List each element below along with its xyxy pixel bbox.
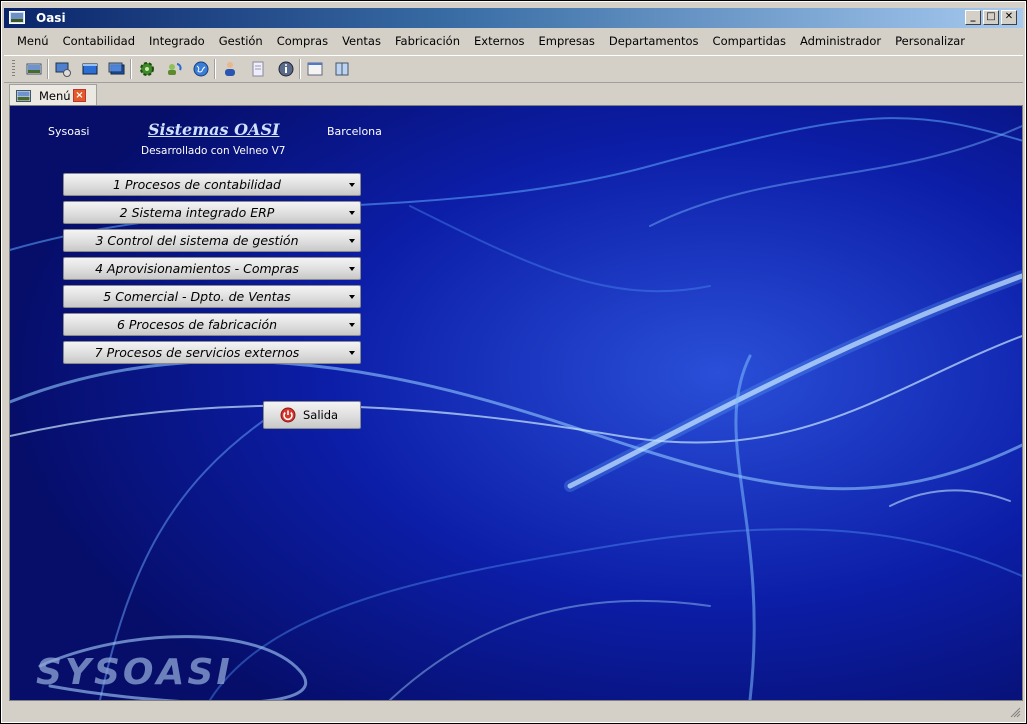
exit-button[interactable]: Salida: [263, 401, 361, 429]
menu-item-compras[interactable]: Compras: [270, 32, 335, 52]
menu-button-externos[interactable]: 7 Procesos de servicios externos: [63, 341, 361, 364]
menu-item-gestion[interactable]: Gestión: [212, 32, 270, 52]
watermark-logo: SYSOASI: [36, 652, 233, 693]
menu-button-label: 6 Procesos de fabricación: [116, 317, 278, 332]
menu-button-fabricacion[interactable]: 6 Procesos de fabricación: [63, 313, 361, 336]
book-icon[interactable]: [333, 60, 351, 78]
city-label: Barcelona: [327, 125, 382, 138]
menu-bar: Menú Contabilidad Integrado Gestión Comp…: [10, 32, 972, 52]
toolbar-grip[interactable]: [12, 60, 15, 78]
menu-button-erp[interactable]: 2 Sistema integrado ERP: [63, 201, 361, 224]
menu-item-fabricacion[interactable]: Fabricación: [388, 32, 467, 52]
menu-button-label: 7 Procesos de servicios externos: [94, 345, 300, 360]
menu-button-gestion[interactable]: 3 Control del sistema de gestión: [63, 229, 361, 252]
menu-button-compras[interactable]: 4 Aprovisionamientos - Compras: [63, 257, 361, 280]
title-bar[interactable]: Oasi _ □ ✕: [4, 8, 1023, 28]
page-title[interactable]: Sistemas OASI: [148, 120, 279, 139]
company-label: Sysoasi: [48, 125, 90, 138]
tab-label: Menú: [39, 89, 71, 103]
minimize-button[interactable]: _: [965, 10, 981, 25]
menu-button-label: 3 Control del sistema de gestión: [95, 233, 299, 248]
globe-icon[interactable]: [192, 60, 210, 78]
menu-button-label: 4 Aprovisionamientos - Compras: [95, 261, 299, 276]
menu-item-contabilidad[interactable]: Contabilidad: [56, 32, 142, 52]
menu-item-compartidas[interactable]: Compartidas: [706, 32, 793, 52]
menu-item-empresas[interactable]: Empresas: [532, 32, 602, 52]
info-icon[interactable]: [277, 60, 295, 78]
menu-item-ventas[interactable]: Ventas: [335, 32, 388, 52]
close-tab-icon[interactable]: ×: [73, 89, 86, 102]
menu-button-contabilidad[interactable]: 1 Procesos de contabilidad: [63, 173, 361, 196]
tab-bar: Menú ×: [4, 82, 1023, 106]
monitor-settings-icon[interactable]: [54, 60, 72, 78]
menu-item-personalizar[interactable]: Personalizar: [888, 32, 972, 52]
dropdown-arrow-icon: [349, 351, 355, 355]
blue-window-icon[interactable]: [81, 60, 99, 78]
menu-item-departamentos[interactable]: Departamentos: [602, 32, 706, 52]
toolbar-separator: [299, 59, 301, 79]
subtitle: Desarrollado con Velneo V7: [141, 145, 286, 157]
window-list-icon[interactable]: [306, 60, 324, 78]
exit-button-label: Salida: [303, 408, 339, 422]
blue-panel-icon[interactable]: [108, 60, 126, 78]
toolbar-separator: [47, 59, 49, 79]
main-canvas: Sysoasi Sistemas OASI Desarrollado con V…: [9, 105, 1023, 701]
menu-item-administrador[interactable]: Administrador: [793, 32, 888, 52]
menu-button-label: 5 Comercial - Dpto. de Ventas: [103, 289, 291, 304]
menu-button-label: 1 Procesos de contabilidad: [113, 177, 281, 192]
green-gear-icon[interactable]: [138, 60, 156, 78]
menu-button-label: 2 Sistema integrado ERP: [119, 205, 275, 220]
landscape-window-icon: [16, 90, 31, 102]
resize-grip-icon[interactable]: [1009, 706, 1021, 718]
dropdown-arrow-icon: [349, 211, 355, 215]
user-icon[interactable]: [221, 60, 239, 78]
close-button[interactable]: ✕: [1001, 10, 1017, 25]
toolbar: [4, 55, 1023, 83]
maximize-button[interactable]: □: [983, 10, 999, 25]
menu-item-menu[interactable]: Menú: [10, 32, 56, 52]
power-exit-icon: [280, 407, 296, 423]
landscape-window-icon[interactable]: [25, 60, 43, 78]
people-refresh-icon[interactable]: [165, 60, 183, 78]
status-bar: [4, 702, 1023, 720]
dropdown-arrow-icon: [349, 267, 355, 271]
menu-item-integrado[interactable]: Integrado: [142, 32, 212, 52]
dropdown-arrow-icon: [349, 183, 355, 187]
dropdown-arrow-icon: [349, 239, 355, 243]
dropdown-arrow-icon: [349, 295, 355, 299]
menu-item-externos[interactable]: Externos: [467, 32, 532, 52]
app-icon: [9, 11, 25, 24]
menu-button-ventas[interactable]: 5 Comercial - Dpto. de Ventas: [63, 285, 361, 308]
toolbar-separator: [214, 59, 216, 79]
tab-menu[interactable]: Menú ×: [9, 84, 97, 106]
dropdown-arrow-icon: [349, 323, 355, 327]
toolbar-separator: [130, 59, 132, 79]
document-icon[interactable]: [249, 60, 267, 78]
app-window: Oasi _ □ ✕ Menú Contabilidad Integrado G…: [1, 1, 1026, 723]
window-title: Oasi: [36, 11, 66, 25]
